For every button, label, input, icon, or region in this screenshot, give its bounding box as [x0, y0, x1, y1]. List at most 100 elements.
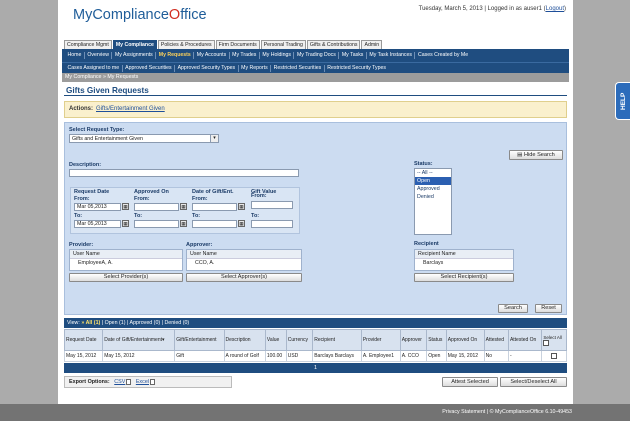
nav-cases-assigned[interactable]: Cases Assigned to me [65, 64, 123, 72]
cell-attested: No [483, 350, 509, 362]
status-option-open[interactable]: Open [415, 177, 451, 185]
gift-date-from-input[interactable] [192, 203, 237, 211]
gift-value-to-input[interactable] [251, 220, 293, 228]
nav-restricted-securities[interactable]: Restricted Securities [271, 64, 325, 72]
calendar-icon[interactable]: ▦ [238, 220, 245, 227]
col-approver[interactable]: Approver [399, 329, 428, 351]
tab-compliance-mgmt[interactable]: Compliance Mgmt [64, 40, 112, 49]
select-approver-button[interactable]: Select Approver(s) [186, 273, 302, 282]
nav-restricted-security-types[interactable]: Restricted Security Types [325, 65, 389, 72]
col-status[interactable]: Status [426, 329, 447, 351]
request-type-select[interactable]: Gifts and Entertainment Given ▾ [69, 134, 219, 143]
tab-personal-trading[interactable]: Personal Trading [260, 40, 306, 49]
table-row[interactable]: May 15, 2012 May 15, 2012 Gift A round o… [63, 350, 567, 362]
approved-to-input[interactable] [134, 220, 179, 228]
approved-from-input[interactable] [134, 203, 179, 211]
nav-my-trading-docs[interactable]: My Trading Docs [294, 52, 340, 59]
calendar-icon[interactable]: ▦ [180, 203, 187, 210]
status-listbox[interactable]: -- All -- Open Approved Denied [414, 168, 452, 235]
col-gift-date-label: Date of Gift/Entertainment [104, 337, 163, 343]
nav-my-task-instances[interactable]: My Task Instances [367, 52, 416, 59]
logout-link[interactable]: Logout [546, 6, 564, 12]
help-tab[interactable]: HELP [615, 82, 630, 120]
calendar-icon[interactable]: ▦ [238, 203, 245, 210]
reset-button[interactable]: Reset [535, 304, 562, 313]
attest-selected-button[interactable]: Attest Selected [442, 377, 498, 387]
col-recipient[interactable]: Recipient [312, 329, 362, 351]
tab-policies[interactable]: Policies & Procedures [157, 40, 215, 49]
status-option-denied[interactable]: Denied [415, 193, 451, 201]
col-currency[interactable]: Currency [285, 329, 314, 351]
gifts-given-link[interactable]: Gifts/Entertainment Given [96, 106, 165, 112]
description-input[interactable] [69, 169, 299, 177]
nav-my-assignments[interactable]: My Assignments [112, 52, 157, 59]
calendar-icon[interactable]: ▦ [122, 220, 129, 227]
provider-row[interactable]: EmployeeA, A. [70, 259, 182, 268]
col-provider[interactable]: Provider [360, 329, 401, 351]
tab-gifts-contributions[interactable]: Gifts & Contributions [306, 40, 361, 49]
hide-search-button[interactable]: ▤ Hide Search [509, 150, 563, 160]
approver-row[interactable]: CCO, A. [187, 259, 301, 268]
csv-file-icon[interactable] [126, 378, 132, 385]
col-request-date[interactable]: Request Date [63, 329, 104, 351]
request-date-to-input[interactable]: Mar 05,2013 [74, 220, 121, 228]
search-button[interactable]: Search [498, 304, 528, 313]
status-option-all[interactable]: -- All -- [415, 169, 451, 177]
col-gift-type[interactable]: Gift/Entertainment [174, 329, 225, 351]
row-checkbox[interactable] [551, 352, 558, 359]
nav-my-accounts[interactable]: My Accounts [194, 52, 230, 59]
status-option-approved[interactable]: Approved [415, 185, 451, 193]
provider-list: User Name EmployeeA, A. [69, 249, 183, 271]
recipient-row[interactable]: Barclays [415, 259, 513, 268]
nav-my-trades[interactable]: My Trades [230, 52, 260, 59]
provider-label: Provider: [69, 242, 94, 248]
requests-table: Request Date Date of Gift/Entertainment▾… [63, 329, 567, 362]
nav-my-holdings[interactable]: My Holdings [260, 52, 295, 59]
gift-date-to-input[interactable] [192, 220, 237, 228]
select-recipient-button[interactable]: Select Recipient(s) [414, 273, 514, 282]
select-provider-button[interactable]: Select Provider(s) [69, 273, 183, 282]
cell-provider: A. Employee1 [360, 350, 401, 362]
view-status-links[interactable]: | Open (1) | Approved (0) | Denied (0) [100, 320, 189, 326]
cell-gift-date: May 15, 2012 [102, 350, 176, 362]
app-logo[interactable]: MyComplianceOffice [73, 7, 207, 23]
page-title: Gifts Given Requests [66, 86, 149, 95]
nav-overview[interactable]: Overview [85, 52, 113, 59]
view-all-link[interactable]: » All (1) [81, 320, 100, 326]
date-login-text: Tuesday, March 5, 2013 | Logged in as [418, 6, 524, 12]
actions-bar: Actions: Gifts/Entertainment Given [64, 101, 567, 118]
tab-admin[interactable]: Admin [361, 40, 383, 49]
sort-down-icon: ▾ [162, 337, 165, 343]
calendar-icon[interactable]: ▦ [180, 220, 187, 227]
request-type-label: Select Request Type: [69, 127, 125, 133]
footer-text[interactable]: Privacy Statement | © MyComplianceOffice… [442, 409, 572, 415]
page-number[interactable]: 1 [314, 365, 317, 371]
nav-home[interactable]: Home [65, 52, 85, 59]
request-from-label: From: [74, 196, 90, 202]
tab-firm-documents[interactable]: Firm Documents [215, 40, 260, 49]
export-excel-link[interactable]: Excel [136, 379, 149, 385]
col-value[interactable]: Value [264, 329, 287, 351]
nav-approved-securities[interactable]: Approved Securities [123, 64, 176, 72]
col-attested-on[interactable]: Attested On [507, 329, 543, 351]
nav-approved-security-types[interactable]: Approved Security Types [175, 64, 239, 72]
select-deselect-all-button[interactable]: Select/Deselect All [500, 377, 567, 387]
excel-file-icon[interactable] [150, 378, 156, 385]
col-approved-on[interactable]: Approved On [445, 329, 485, 351]
request-date-from-input[interactable]: Mar 05,2013 [74, 203, 121, 211]
export-csv-link[interactable]: CSV [114, 379, 125, 385]
nav-my-requests[interactable]: My Requests [156, 52, 195, 59]
gift-value-from-input[interactable] [251, 201, 293, 209]
nav-my-reports[interactable]: My Reports [239, 64, 272, 72]
col-attested[interactable]: Attested [483, 329, 509, 351]
col-gift-date[interactable]: Date of Gift/Entertainment▾ [102, 329, 176, 351]
approver-list: User Name CCO, A. [186, 249, 302, 271]
tab-my-compliance[interactable]: My Compliance [112, 40, 157, 49]
select-all-checkbox[interactable] [543, 339, 550, 346]
calendar-icon[interactable]: ▦ [122, 203, 129, 210]
nav-my-tasks[interactable]: My Tasks [339, 52, 367, 59]
nav-cases-created[interactable]: Cases Created by Me [415, 52, 470, 59]
nav-row-1: Home Overview My Assignments My Requests… [62, 49, 569, 62]
gift-date-label: Date of Gift/Ent. [192, 189, 234, 195]
col-description[interactable]: Description [223, 329, 266, 351]
